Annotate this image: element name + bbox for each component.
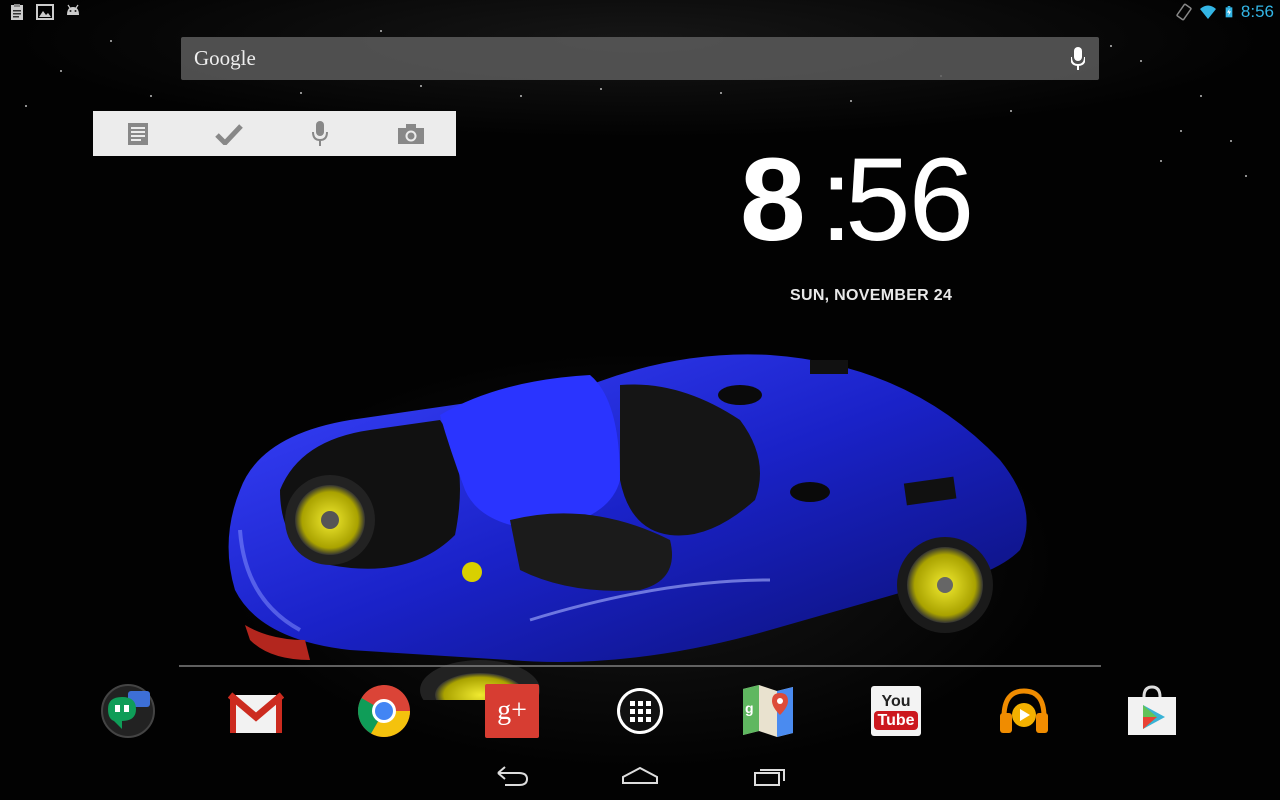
gmail-icon [228,692,284,733]
google-search-bar[interactable]: Google [181,37,1099,80]
google-plus-icon: g+ [485,684,539,738]
android-icon [67,4,79,15]
clock-widget[interactable]: 8 : 56 [740,140,1000,260]
youtube-app[interactable]: You Tube [868,683,924,739]
microphone-icon[interactable] [1071,47,1085,71]
photo-note-button[interactable] [365,111,456,156]
google-plus-app[interactable]: g+ [484,683,540,739]
svg-text:g: g [745,700,754,716]
clock-date: SUN, NOVEMBER 24 [790,287,953,304]
google-plus-label: g+ [497,695,527,726]
maps-icon: g [743,685,793,737]
new-note-button[interactable] [93,111,184,156]
youtube-tube: Tube [874,710,918,730]
back-button[interactable] [492,762,532,790]
back-icon [497,766,529,786]
keep-widget [93,111,456,156]
image-icon [36,4,54,20]
status-bar: 8:56 [0,0,1280,25]
play-music-icon [1000,688,1048,733]
hangouts-app-folder[interactable] [100,683,156,739]
wifi-icon [1199,5,1216,19]
home-icon [622,766,658,784]
youtube-you: You [881,692,911,710]
home-button[interactable] [620,762,660,790]
all-apps-button[interactable] [612,683,668,739]
all-apps-icon [617,688,663,734]
chrome-icon [358,685,410,737]
note-icon [128,122,149,145]
clipboard-icon [11,4,23,20]
gmail-app[interactable] [228,683,284,739]
navigation-bar [0,752,1280,800]
play-music-app[interactable] [996,683,1052,739]
status-bar-clock: 8:56 [1240,2,1274,21]
screen-rotation-icon [1176,3,1192,21]
youtube-icon: You Tube [871,686,921,736]
battery-icon [1225,6,1233,18]
clock-hour: 8 [740,134,806,266]
camera-icon [397,123,424,144]
chrome-app[interactable] [356,683,412,739]
car-wallpaper-image [228,354,1027,700]
search-label: Google [194,46,256,70]
new-list-button[interactable] [184,111,275,156]
recent-apps-icon [754,769,785,786]
voice-note-button[interactable] [275,111,366,156]
play-store-icon [1128,685,1176,735]
hangouts-icon [101,684,155,738]
microphone-icon [311,120,328,146]
maps-app[interactable]: g [740,683,796,739]
recent-apps-button[interactable] [750,762,790,790]
dock-divider [179,665,1101,667]
clock-minutes: 56 [845,134,974,266]
play-store-app[interactable] [1124,683,1180,739]
checkmark-icon [215,123,243,145]
